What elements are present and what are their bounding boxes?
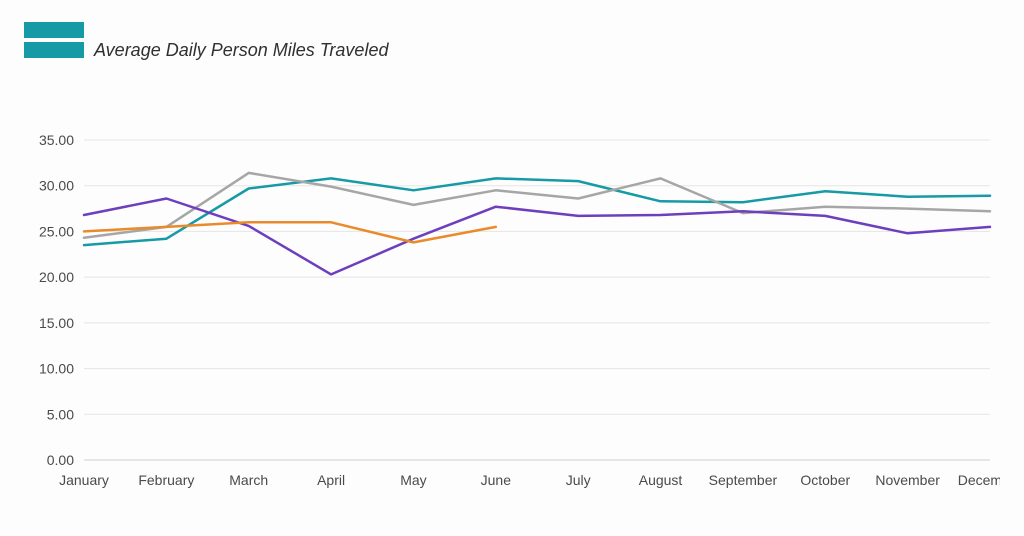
x-tick-label: March — [229, 472, 268, 488]
x-tick-label: October — [800, 472, 850, 488]
x-tick-label: November — [875, 472, 940, 488]
x-tick-label: June — [481, 472, 512, 488]
line-chart: 0.00 5.00 10.00 15.00 20.00 25.00 30.00 35.00 Ja… — [24, 130, 1000, 510]
y-tick-label: 0.00 — [47, 452, 74, 468]
x-tick-label: May — [400, 472, 426, 488]
y-tick-label: 30.00 — [39, 178, 74, 194]
x-tick-label: September — [709, 472, 778, 488]
y-tick-label: 5.00 — [47, 406, 74, 422]
legend-swatch — [24, 42, 84, 58]
x-tick-label: February — [138, 472, 194, 488]
x-tick-label: April — [317, 472, 345, 488]
series-line — [84, 199, 990, 275]
legend-row-1 — [24, 20, 388, 40]
legend-swatch — [24, 22, 84, 38]
chart-svg: 0.00 5.00 10.00 15.00 20.00 25.00 30.00 35.00 Ja… — [24, 130, 1000, 510]
y-tick-label: 35.00 — [39, 132, 74, 148]
legend-row-2: Average Daily Person Miles Traveled — [24, 40, 388, 60]
y-tick-label: 15.00 — [39, 315, 74, 331]
x-tick-label: December — [958, 472, 1000, 488]
x-tick-label: August — [639, 472, 683, 488]
x-tick-label: July — [566, 472, 591, 488]
legend: Average Daily Person Miles Traveled — [24, 20, 388, 60]
legend-label: Average Daily Person Miles Traveled — [94, 40, 388, 61]
y-tick-label: 25.00 — [39, 223, 74, 239]
y-tick-label: 20.00 — [39, 269, 74, 285]
x-tick-label: January — [59, 472, 109, 488]
y-tick-label: 10.00 — [39, 361, 74, 377]
